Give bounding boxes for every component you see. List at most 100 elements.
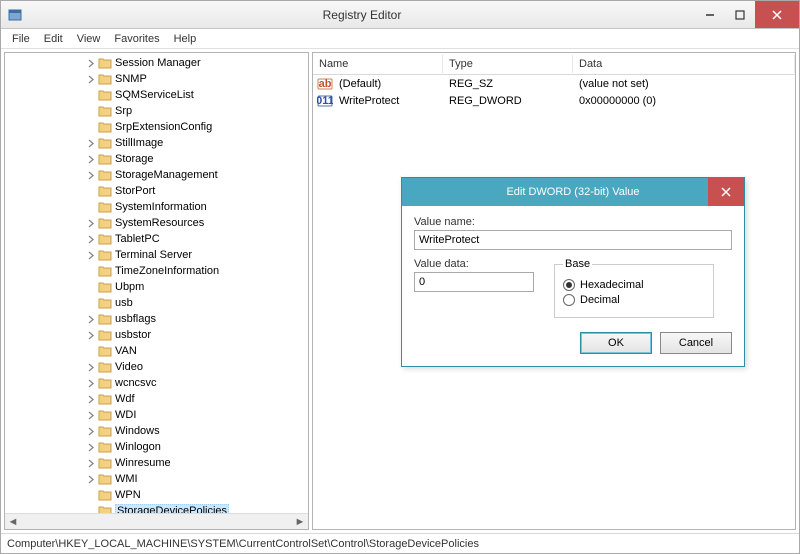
tree-hscrollbar[interactable]: ◄ ► [5, 513, 308, 529]
expand-icon[interactable] [85, 265, 97, 277]
radio-dot-icon [563, 294, 575, 306]
expand-icon[interactable] [85, 57, 97, 69]
cancel-button[interactable]: Cancel [660, 332, 732, 354]
folder-icon [98, 121, 112, 133]
tree-item[interactable]: WMI [5, 471, 308, 487]
tree-item[interactable]: StorPort [5, 183, 308, 199]
tree-label: WMI [115, 473, 138, 485]
tree-item[interactable]: TimeZoneInformation [5, 263, 308, 279]
scroll-left-icon[interactable]: ◄ [5, 514, 21, 530]
col-data[interactable]: Data [573, 55, 795, 73]
maximize-button[interactable] [725, 1, 755, 28]
expand-icon[interactable] [85, 281, 97, 293]
expand-icon[interactable] [85, 153, 97, 165]
expand-icon[interactable] [85, 201, 97, 213]
scroll-right-icon[interactable]: ► [292, 514, 308, 530]
minimize-button[interactable] [695, 1, 725, 28]
tree-item[interactable]: SystemResources [5, 215, 308, 231]
tree-item[interactable]: SQMServiceList [5, 87, 308, 103]
folder-icon [98, 217, 112, 229]
value-data-input[interactable] [414, 272, 534, 292]
folder-icon [98, 169, 112, 181]
radio-hexadecimal[interactable]: Hexadecimal [563, 279, 705, 291]
col-name[interactable]: Name [313, 55, 443, 73]
expand-icon[interactable] [85, 121, 97, 133]
tree-item[interactable]: SNMP [5, 71, 308, 87]
expand-icon[interactable] [85, 313, 97, 325]
expand-icon[interactable] [85, 169, 97, 181]
expand-icon[interactable] [85, 297, 97, 309]
folder-icon [98, 57, 112, 69]
tree-item[interactable]: SystemInformation [5, 199, 308, 215]
tree-item[interactable]: usb [5, 295, 308, 311]
radio-decimal[interactable]: Decimal [563, 294, 705, 306]
dialog-title-bar[interactable]: Edit DWORD (32-bit) Value [402, 178, 744, 206]
menu-edit[interactable]: Edit [37, 31, 70, 47]
expand-icon[interactable] [85, 73, 97, 85]
expand-icon[interactable] [85, 249, 97, 261]
expand-icon[interactable] [85, 105, 97, 117]
expand-icon[interactable] [85, 377, 97, 389]
tree-label: SQMServiceList [115, 89, 194, 101]
value-row[interactable]: 011WriteProtectREG_DWORD0x00000000 (0) [313, 92, 795, 109]
expand-icon[interactable] [85, 217, 97, 229]
tree-label: TimeZoneInformation [115, 265, 219, 277]
dialog-close-button[interactable] [708, 178, 744, 206]
tree-item[interactable]: SrpExtensionConfig [5, 119, 308, 135]
menu-favorites[interactable]: Favorites [107, 31, 166, 47]
window-title: Registry Editor [29, 8, 695, 22]
tree-item[interactable]: wcncsvc [5, 375, 308, 391]
tree-label: SystemInformation [115, 201, 207, 213]
value-name-input[interactable] [414, 230, 732, 250]
tree-item[interactable]: Winlogon [5, 439, 308, 455]
tree-item[interactable]: Video [5, 359, 308, 375]
expand-icon[interactable] [85, 233, 97, 245]
tree-item[interactable]: StorageManagement [5, 167, 308, 183]
expand-icon[interactable] [85, 473, 97, 485]
tree-item[interactable]: StorageDevicePolicies [5, 503, 308, 513]
expand-icon[interactable] [85, 457, 97, 469]
expand-icon[interactable] [85, 441, 97, 453]
expand-icon[interactable] [85, 137, 97, 149]
expand-icon[interactable] [85, 185, 97, 197]
tree-item[interactable]: Session Manager [5, 55, 308, 71]
ok-button[interactable]: OK [580, 332, 652, 354]
tree-item[interactable]: Wdf [5, 391, 308, 407]
close-button[interactable] [755, 1, 799, 28]
tree-item[interactable]: TabletPC [5, 231, 308, 247]
tree-item[interactable]: usbstor [5, 327, 308, 343]
expand-icon[interactable] [85, 329, 97, 341]
expand-icon[interactable] [85, 425, 97, 437]
expand-icon[interactable] [85, 361, 97, 373]
expand-icon[interactable] [85, 489, 97, 501]
status-path: Computer\HKEY_LOCAL_MACHINE\SYSTEM\Curre… [7, 538, 479, 550]
menu-file[interactable]: File [5, 31, 37, 47]
value-row[interactable]: ab(Default)REG_SZ(value not set) [313, 75, 795, 92]
svg-text:ab: ab [319, 78, 332, 90]
tree-label: StorPort [115, 185, 155, 197]
tree-item[interactable]: Srp [5, 103, 308, 119]
tree-label: usbflags [115, 313, 156, 325]
tree-item[interactable]: Winresume [5, 455, 308, 471]
tree-item[interactable]: usbflags [5, 311, 308, 327]
tree[interactable]: Session Manager SNMP SQMServiceList SrpSrpE… [5, 53, 308, 513]
tree-label: SNMP [115, 73, 147, 85]
menu-view[interactable]: View [70, 31, 108, 47]
tree-label: Wdf [115, 393, 135, 405]
tree-item[interactable]: StillImage [5, 135, 308, 151]
tree-item[interactable]: Windows [5, 423, 308, 439]
col-type[interactable]: Type [443, 55, 573, 73]
expand-icon[interactable] [85, 393, 97, 405]
tree-label: Terminal Server [115, 249, 192, 261]
tree-item[interactable]: Terminal Server [5, 247, 308, 263]
expand-icon[interactable] [85, 89, 97, 101]
expand-icon[interactable] [85, 345, 97, 357]
tree-item[interactable]: Storage [5, 151, 308, 167]
menu-help[interactable]: Help [167, 31, 204, 47]
tree-item[interactable]: VAN [5, 343, 308, 359]
tree-item[interactable]: WDI [5, 407, 308, 423]
tree-item[interactable]: WPN [5, 487, 308, 503]
expand-icon[interactable] [85, 409, 97, 421]
expand-icon[interactable] [85, 505, 97, 513]
tree-item[interactable]: Ubpm [5, 279, 308, 295]
